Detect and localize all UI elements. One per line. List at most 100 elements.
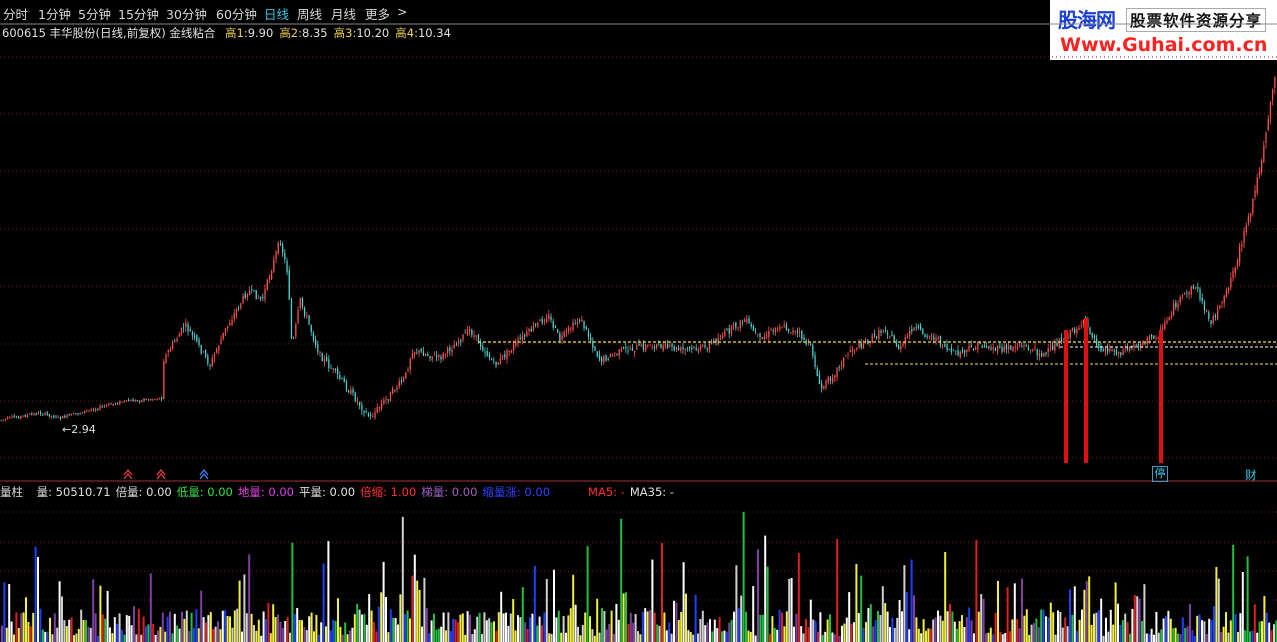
candle-body xyxy=(486,350,488,356)
volume-bar xyxy=(1085,581,1088,642)
candle-body xyxy=(429,356,431,359)
candle-body xyxy=(348,390,350,393)
volume-bar xyxy=(176,625,179,642)
volume-bar xyxy=(166,616,169,642)
candle-body xyxy=(510,350,513,353)
volume-bar xyxy=(142,616,145,642)
candle-body xyxy=(1058,339,1060,349)
volume-bar xyxy=(353,614,356,642)
volume-bar xyxy=(5,627,8,642)
volume-bar xyxy=(992,634,995,642)
candle-body xyxy=(392,388,394,394)
candle-body xyxy=(326,357,328,361)
candle-body xyxy=(990,347,992,350)
candle-body xyxy=(792,330,794,334)
volume-bar xyxy=(181,611,183,642)
candle-body xyxy=(1168,316,1170,321)
volume-bar xyxy=(848,592,851,642)
candle-body xyxy=(662,345,664,351)
volume-stat-2: 低量: 0.00 xyxy=(176,485,233,499)
finance-marker[interactable]: 财 xyxy=(1245,467,1257,483)
volume-bar xyxy=(478,612,481,642)
candle-body xyxy=(944,344,946,347)
volume-bar xyxy=(1179,633,1182,642)
candle-body xyxy=(955,351,957,353)
candle-body xyxy=(1113,350,1115,352)
volume-bar xyxy=(169,611,171,642)
volume-bar xyxy=(171,633,174,642)
candle-body xyxy=(218,345,220,351)
suspension-marker[interactable]: 停 xyxy=(1152,466,1168,482)
low-price-label: ←2.94 xyxy=(62,423,96,436)
candle-body xyxy=(882,330,884,332)
candle-body xyxy=(359,402,361,406)
volume-bar xyxy=(1069,589,1071,642)
volume-panel-title: 量柱 xyxy=(0,485,23,499)
volume-bar xyxy=(135,634,138,642)
candle-body xyxy=(552,320,554,328)
volume-bar xyxy=(951,611,954,642)
candle-body xyxy=(1080,325,1082,327)
candle-body xyxy=(515,342,517,346)
candle-body xyxy=(227,325,229,328)
candle-body xyxy=(1038,353,1041,357)
candle-body xyxy=(1245,225,1247,233)
volume-bar xyxy=(1028,634,1031,642)
candle-body xyxy=(1201,297,1203,302)
candle-body xyxy=(1236,260,1239,266)
candle-body xyxy=(48,414,51,417)
volume-bar xyxy=(161,612,164,642)
candle-body xyxy=(638,343,640,346)
candle-body xyxy=(282,244,284,253)
volume-bar xyxy=(157,630,159,642)
volume-bar xyxy=(704,625,707,642)
candle-body xyxy=(290,299,293,339)
candle-body xyxy=(1120,352,1122,356)
candle-body xyxy=(986,346,988,348)
candle-body xyxy=(101,406,103,408)
volume-bar xyxy=(997,581,999,642)
volume-bar xyxy=(373,622,375,642)
volume-bar xyxy=(937,610,939,642)
volume-bar xyxy=(735,565,738,642)
volume-bar xyxy=(452,618,455,642)
candle-body xyxy=(97,409,99,410)
candle-body xyxy=(1214,315,1217,318)
candle-body xyxy=(629,349,631,350)
volume-bar xyxy=(745,611,747,642)
candle-body xyxy=(972,348,975,351)
volume-bar xyxy=(428,633,431,642)
candle-body xyxy=(667,344,669,348)
candle-body xyxy=(387,399,389,401)
candle-body xyxy=(13,415,15,418)
volume-bar xyxy=(301,620,303,642)
candle-body xyxy=(898,344,900,350)
volume-bar xyxy=(1172,628,1175,642)
volume-bar xyxy=(788,578,791,642)
volume-bar xyxy=(382,561,385,642)
candle-body xyxy=(475,335,477,337)
candle-body xyxy=(724,330,726,336)
volume-bar xyxy=(154,634,157,642)
volume-bar xyxy=(466,611,469,642)
candle-body xyxy=(583,320,585,329)
volume-bar xyxy=(229,616,231,642)
volume-bar xyxy=(253,625,255,642)
candle-body xyxy=(733,324,735,327)
candle-body xyxy=(497,362,499,365)
candle-body xyxy=(1210,320,1212,324)
volume-bar xyxy=(985,633,987,642)
candle-body xyxy=(361,404,363,411)
volume-info-line: 量柱 量: 50510.71 倍量: 0.00 低量: 0.00 地量: 0.00 平量… xyxy=(0,484,684,500)
volume-bar xyxy=(557,610,560,642)
volume-bar xyxy=(613,633,615,642)
kline-chart[interactable] xyxy=(0,0,1277,642)
volume-bar xyxy=(1265,612,1268,642)
volume-bar xyxy=(805,618,807,642)
volume-bar xyxy=(243,574,246,642)
volume-bar xyxy=(793,626,795,642)
candle-body xyxy=(37,412,40,415)
candle-body xyxy=(1089,327,1091,334)
candle-body xyxy=(794,330,796,332)
candle-body xyxy=(832,377,834,383)
